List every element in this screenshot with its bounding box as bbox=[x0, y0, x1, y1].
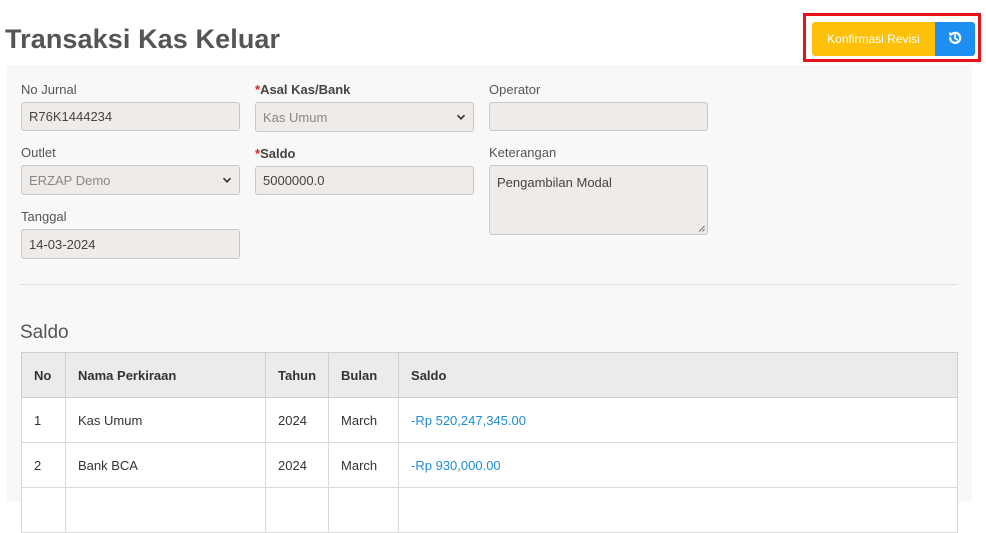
outlet-label: Outlet bbox=[21, 145, 56, 160]
table-header-row: No Nama Perkiraan Tahun Bulan Saldo bbox=[21, 352, 958, 398]
row-saldo: -Rp 930,000.00 bbox=[398, 442, 958, 488]
action-group-highlight: Konfirmasi Revisi bbox=[803, 13, 981, 62]
tanggal-input[interactable]: 14-03-2024 bbox=[21, 229, 240, 259]
column-header-no: No bbox=[21, 352, 66, 398]
keterangan-textarea[interactable]: Pengambilan Modal bbox=[489, 165, 708, 235]
row-bulan bbox=[328, 487, 400, 533]
row-saldo: -Rp 520,247,345.00 bbox=[398, 397, 958, 443]
form-panel: No Jurnal R76K1444234 Outlet ERZAP Demo … bbox=[7, 65, 972, 533]
revert-button[interactable] bbox=[935, 22, 975, 56]
history-icon bbox=[947, 30, 963, 49]
no-jurnal-label: No Jurnal bbox=[21, 82, 77, 97]
row-bulan: March bbox=[328, 397, 400, 443]
asal-kas-label: *Asal Kas/Bank bbox=[255, 82, 351, 97]
operator-label: Operator bbox=[489, 82, 541, 97]
row-no: 1 bbox=[21, 397, 66, 443]
resize-handle-icon[interactable] bbox=[698, 225, 705, 232]
chevron-down-icon bbox=[222, 173, 232, 188]
confirm-revision-button[interactable]: Konfirmasi Revisi bbox=[812, 22, 935, 56]
saldo-table: No Nama Perkiraan Tahun Bulan Saldo 1 Ka… bbox=[21, 352, 958, 533]
operator-input[interactable] bbox=[489, 102, 708, 131]
row-nama-perkiraan bbox=[65, 487, 266, 533]
saldo-input[interactable]: 5000000.0 bbox=[255, 166, 474, 195]
outlet-select[interactable]: ERZAP Demo bbox=[21, 165, 240, 195]
table-row bbox=[21, 487, 958, 533]
no-jurnal-input[interactable]: R76K1444234 bbox=[21, 102, 240, 131]
row-tahun bbox=[264, 487, 330, 533]
table-row: 2 Bank BCA 2024 March -Rp 930,000.00 bbox=[21, 442, 958, 488]
keterangan-value: Pengambilan Modal bbox=[497, 175, 612, 190]
row-no: 2 bbox=[21, 442, 66, 488]
saldo-section-title: Saldo bbox=[20, 322, 69, 343]
row-tahun: 2024 bbox=[264, 397, 330, 443]
column-header-tahun: Tahun bbox=[264, 352, 330, 398]
keterangan-label: Keterangan bbox=[489, 145, 557, 160]
row-tahun: 2024 bbox=[264, 442, 330, 488]
row-nama-perkiraan: Bank BCA bbox=[65, 442, 266, 488]
column-header-saldo: Saldo bbox=[398, 352, 958, 398]
tanggal-label: Tanggal bbox=[21, 209, 67, 224]
row-bulan: March bbox=[328, 442, 400, 488]
column-header-bulan: Bulan bbox=[328, 352, 400, 398]
asal-kas-value: Kas Umum bbox=[263, 109, 328, 125]
row-no bbox=[21, 487, 66, 533]
row-saldo bbox=[398, 487, 958, 533]
chevron-down-icon bbox=[456, 110, 466, 125]
outlet-value: ERZAP Demo bbox=[29, 172, 111, 188]
table-row: 1 Kas Umum 2024 March -Rp 520,247,345.00 bbox=[21, 397, 958, 443]
row-nama-perkiraan: Kas Umum bbox=[65, 397, 266, 443]
section-divider bbox=[20, 284, 957, 285]
column-header-nama-perkiraan: Nama Perkiraan bbox=[65, 352, 266, 398]
asal-kas-select[interactable]: Kas Umum bbox=[255, 102, 474, 132]
saldo-label: *Saldo bbox=[255, 146, 296, 161]
page-title: Transaksi Kas Keluar bbox=[5, 24, 281, 54]
